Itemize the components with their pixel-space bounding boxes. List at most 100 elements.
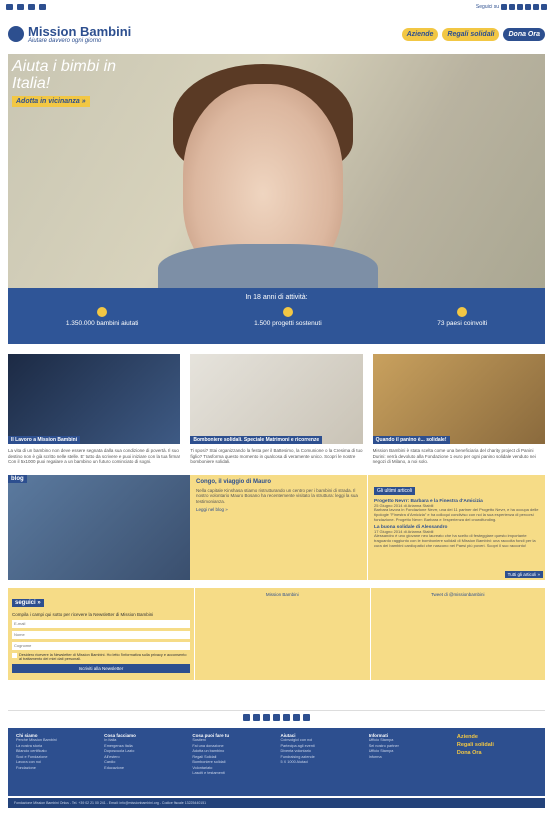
search-icon[interactable] — [17, 4, 24, 10]
header-buttons: Aziende Regali solidali Dona Ora — [401, 27, 545, 41]
facebook-icon[interactable] — [253, 713, 260, 721]
hero-banner[interactable]: Aiuta i bimbi in Italia! Adotta in vicin… — [8, 54, 545, 288]
header: Mission Bambini Aiutare davvero ogni gio… — [0, 14, 553, 54]
social-label: Seguici su — [475, 4, 499, 10]
top-bar-left — [6, 4, 46, 10]
globe-icon — [457, 307, 468, 317]
newsletter-section: seguici » Compila i campi qui sotto per … — [8, 587, 546, 680]
social-top: Seguici su — [476, 4, 547, 10]
flag-it-icon[interactable] — [39, 4, 46, 10]
dona-button[interactable]: Dona Ora — [503, 27, 545, 41]
card-text: Mission Bambini è stata scelta come una … — [372, 448, 536, 464]
globe-icon[interactable] — [501, 4, 507, 10]
feature-cards: Il Lavoro a Mission Bambini La vita di u… — [8, 354, 545, 465]
stat-children: 1.350.000 bambini aiutati — [65, 307, 139, 327]
footer-col: Cosa facciamo In Italia Emergenza Italia… — [104, 733, 184, 791]
regali-button[interactable]: Regali solidali — [442, 27, 500, 41]
stat-label: 73 paesi coinvolti — [437, 320, 488, 327]
twitter-icon[interactable] — [517, 4, 523, 10]
blog-section: blog Congo, il viaggio di Mauro Nella ca… — [8, 474, 545, 580]
footer-dona-link[interactable]: Dona Ora — [457, 749, 537, 757]
aziende-button[interactable]: Aziende — [401, 27, 439, 41]
card-image: Il Lavoro a Mission Bambini — [8, 354, 181, 444]
footer-link[interactable]: Informa — [369, 755, 449, 761]
feature-card[interactable]: Bomboniere solidali. Speciale Matrimoni … — [190, 354, 363, 465]
stat-label: 1.350.000 bambini aiutati — [65, 320, 139, 327]
blog-photo[interactable]: blog — [8, 474, 190, 580]
surname-field[interactable] — [12, 641, 190, 650]
youtube-icon[interactable] — [273, 713, 280, 721]
card-text: Ti sposi? Stai organizzando la festa per… — [190, 448, 363, 464]
footer-col: Informati Ufficio Stampa Sei nostro part… — [369, 733, 449, 791]
card-caption: Quando il panino è... solidale! — [372, 436, 450, 444]
footer-big-links: Aziende Regali solidali Dona Ora — [457, 733, 537, 791]
stat-label: 1.500 progetti sostenuti — [254, 320, 322, 327]
stat-projects: 1.500 progetti sostenuti — [254, 307, 322, 327]
card-text: La vita di un bambino non deve essere se… — [8, 448, 180, 464]
post-text: Alessandro è uno giovane neo laureato ch… — [374, 533, 536, 549]
page: Seguici su Mission Bambini Aiutare davve… — [0, 0, 553, 825]
adopt-button[interactable]: Adotta in vicinanza » — [12, 96, 90, 107]
logo-icon — [8, 26, 24, 42]
hero-title: Aiuta i bimbi in Italia! — [12, 58, 117, 92]
legal-bar: Fondazione Mission Bambini Onlus - Tel. … — [8, 797, 545, 808]
email-field[interactable] — [12, 619, 190, 628]
stats-band: In 18 anni di attività: 1.350.000 bambin… — [8, 288, 545, 344]
card-image: Bomboniere solidali. Speciale Matrimoni … — [190, 354, 363, 444]
newsletter-intro: Compila i campi qui sotto per ricevere l… — [12, 611, 154, 617]
privacy-text: Desidero ricevere la Newsletter di Missi… — [19, 652, 187, 661]
children-icon — [97, 307, 108, 317]
hero-photo-shirt — [158, 244, 378, 288]
blog-text: Nella capitale Kinshasa stiamo ristruttu… — [196, 487, 358, 504]
twitter-widget[interactable]: Tweet di @missionbambini — [369, 587, 546, 680]
top-bar: Seguici su — [0, 0, 553, 14]
stats-title: In 18 anni di attività: — [245, 294, 308, 301]
name-field[interactable] — [12, 630, 190, 639]
card-caption: Il Lavoro a Mission Bambini — [8, 436, 81, 444]
newsletter-form: seguici » Compila i campi qui sotto per … — [8, 588, 194, 680]
blog-tag[interactable]: blog — [8, 474, 27, 483]
footer-regali-link[interactable]: Regali solidali — [457, 741, 537, 749]
footer-link[interactable]: Fondazione — [16, 766, 96, 772]
blog-link[interactable]: Leggi nel blog » — [196, 507, 361, 512]
flag-en-icon[interactable] — [28, 4, 35, 10]
privacy-consent: Desidero ricevere la Newsletter di Missi… — [12, 652, 190, 661]
feature-card[interactable]: Quando il panino è... solidale! Mission … — [372, 354, 545, 465]
footer-aziende-link[interactable]: Aziende — [457, 733, 537, 741]
email-icon[interactable] — [533, 4, 539, 10]
privacy-checkbox[interactable] — [12, 652, 17, 658]
all-posts-button[interactable]: Tutti gli articoli » — [504, 570, 543, 578]
footer: Chi siamo Perché Mission Bambini La nost… — [8, 727, 545, 796]
facebook-icon[interactable] — [509, 4, 515, 10]
youtube-icon[interactable] — [525, 4, 531, 10]
flickr-icon[interactable] — [293, 713, 300, 721]
feature-card[interactable]: Il Lavoro a Mission Bambini La vita di u… — [8, 354, 181, 465]
blog-feature: Congo, il viaggio di Mauro Nella capital… — [190, 474, 367, 580]
footer-col: Cosa puoi fare tu Sostieni Fai una donaz… — [192, 733, 272, 791]
flickr-icon[interactable] — [541, 4, 547, 10]
logo-name: Mission Bambini — [28, 23, 132, 39]
post-text: Barbara lavora in Fondazione Nevrr, una … — [374, 507, 539, 522]
footer-link[interactable]: 5 X 1000 Aiutaci — [281, 760, 361, 766]
stat-countries: 73 paesi coinvolti — [437, 307, 487, 327]
card-caption: Bomboniere solidali. Speciale Matrimoni … — [190, 436, 323, 444]
seguici-tag: seguici » — [12, 598, 44, 607]
footer-col: Aiutaci Coinvolgici con noi Partecipa ag… — [281, 733, 361, 791]
footer-link[interactable]: Educazione — [104, 766, 184, 772]
projects-icon — [282, 307, 293, 317]
logo[interactable]: Mission Bambini Aiutare davvero ogni gio… — [8, 25, 131, 44]
card-image: Quando il panino è... solidale! — [372, 354, 545, 444]
twitter-icon[interactable] — [263, 713, 270, 721]
footer-col: Chi siamo Perché Mission Bambini La nost… — [16, 733, 96, 791]
blog-title[interactable]: Congo, il viaggio di Mauro — [196, 479, 361, 485]
linkedin-icon[interactable] — [303, 713, 310, 721]
globe-icon[interactable] — [243, 713, 250, 721]
footer-link[interactable]: Lasciti e testamenti — [192, 771, 272, 777]
menu-icon[interactable] — [6, 4, 13, 10]
latest-tag: Gli ultimi articoli — [374, 486, 416, 495]
email-icon[interactable] — [283, 713, 290, 721]
facebook-widget[interactable]: Mission Bambini — [194, 587, 370, 680]
latest-posts: Gli ultimi articoli Progetto Nevrr: Barb… — [367, 474, 545, 580]
social-bar — [8, 709, 545, 724]
subscribe-button[interactable]: Iscriviti alla Newsletter — [12, 663, 190, 673]
